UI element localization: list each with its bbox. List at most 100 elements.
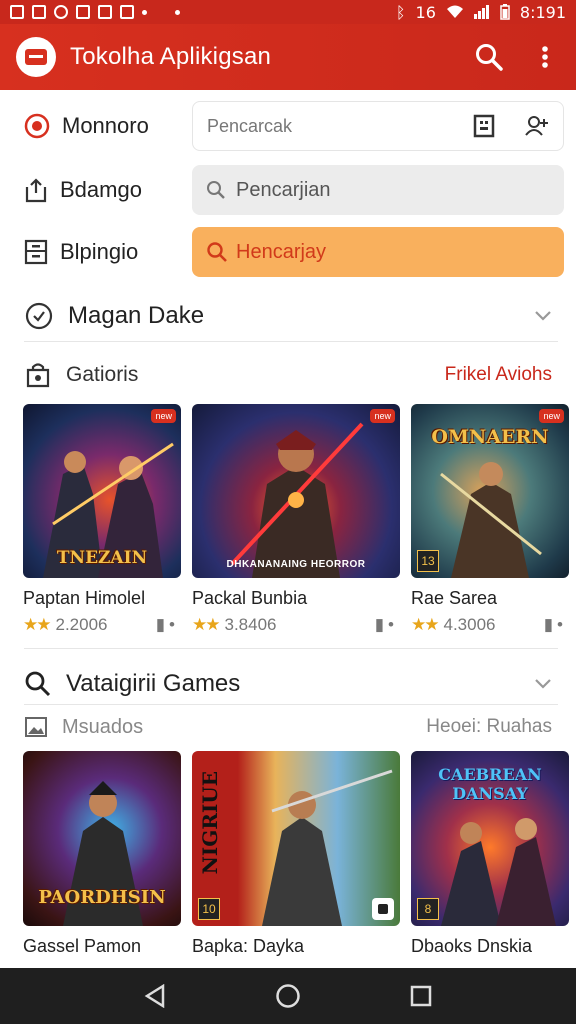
clock: 8:191 [519, 2, 566, 22]
game-logo-text: TNEZAIN [56, 548, 148, 568]
filter-field-text: Pencarcak [207, 115, 293, 136]
section-header-3[interactable]: Vataigirii Games [0, 664, 576, 704]
home-icon[interactable] [275, 983, 301, 1009]
grid-notification-icon [98, 5, 112, 19]
game-logo-text: PAORDHSIN [38, 887, 166, 908]
game-title: Bapka: Dayka [192, 936, 305, 956]
filter-row: Bdamgo Pencarjian [8, 162, 568, 218]
facebook-notification-icon [120, 5, 134, 19]
shield-notification-icon [76, 5, 90, 19]
signal-icon [473, 5, 489, 19]
section-title: Vataigirii Games [66, 670, 241, 697]
see-all-link[interactable]: Frikel Aviohs [445, 364, 552, 386]
more-dot-icon [142, 9, 147, 15]
download-size-icon: ▮ [374, 615, 385, 634]
filter-field-text: Pencarjian [236, 178, 331, 201]
filter-field-2[interactable]: Pencarjian [192, 165, 564, 215]
game-card[interactable]: PAORDHSIN Gassel Pamon [23, 751, 181, 957]
rating-stars-icon: ★★ [192, 615, 221, 634]
game-card[interactable]: new OMNAERN 13 Rae Sarea ★★ 4.3006 ▮ • [411, 404, 569, 635]
person-add-icon[interactable] [525, 115, 549, 137]
card-row-1: new TNEZAIN Paptan Himolel ★★ 2.2006 ▮ • … [0, 404, 576, 644]
rating-stars-icon: ★★ [23, 615, 52, 634]
section-header-1[interactable]: Magan Dake [0, 296, 576, 336]
network-type: 16 [415, 2, 436, 22]
app-title: Tokolha Aplikigsan [70, 43, 272, 70]
more-dots-icon[interactable]: • [169, 615, 175, 635]
section-header-2: Gatioris Frikel Aviohs [0, 356, 576, 394]
section-header-4: Msuados Heoei: Ruahas [0, 710, 576, 744]
section-title: Gatioris [66, 363, 139, 386]
game-thumbnail[interactable]: NIGRIUE 10 [192, 751, 400, 926]
gallery-notification-icon [10, 5, 24, 19]
image-gallery-icon [25, 717, 47, 737]
game-title: Packal Bunbia [192, 588, 308, 608]
game-card[interactable]: NIGRIUE 10 Bapka: Dayka [192, 751, 400, 957]
divider [24, 648, 558, 649]
game-card[interactable]: CAEBREAN DANSAY 8 Dbaoks Dnskia [411, 751, 569, 957]
divider [24, 341, 558, 342]
section-title: Msuados [62, 715, 144, 738]
store-bag-icon [26, 363, 50, 388]
game-card[interactable]: new TNEZAIN Paptan Himolel ★★ 2.2006 ▮ • [23, 404, 181, 635]
overflow-menu-button[interactable] [530, 42, 560, 72]
game-card[interactable]: new DHKANANAING HEORROR Packal Bunbia ★★… [192, 404, 400, 635]
message-notification-icon [32, 5, 46, 19]
game-title: Paptan Himolel [23, 588, 146, 608]
rating-stars-icon: ★★ [411, 615, 440, 634]
warrior-art [230, 422, 364, 578]
more-dot-icon [175, 9, 180, 15]
filter-field-1[interactable]: Pencarcak [192, 101, 564, 151]
chevron-down-icon[interactable] [534, 310, 552, 322]
section-title: Magan Dake [68, 302, 205, 329]
divider [24, 704, 558, 705]
filter-label: Monnoro [62, 113, 149, 138]
search-icon [207, 181, 225, 199]
game-logo-text: DHKANANAING HEORROR [226, 559, 366, 570]
new-badge: new [151, 409, 176, 423]
search-button[interactable] [474, 42, 504, 72]
game-title: Dbaoks Dnskia [411, 936, 533, 956]
filter-label: Bdamgo [60, 177, 142, 202]
more-dots-icon[interactable]: • [388, 615, 394, 635]
game-logo-text: OMNAERN [431, 426, 549, 448]
filter-label: Blpingio [60, 239, 139, 264]
share-box-icon [25, 178, 47, 203]
scan-icon[interactable] [473, 114, 495, 138]
back-icon[interactable] [144, 984, 166, 1008]
filter-panel: Monnoro Pencarcak Bdamgo Pencarjian Blpi… [8, 92, 568, 288]
warrior-art [262, 769, 393, 926]
filter-label-row: Monnoro [8, 113, 188, 139]
search-icon [25, 671, 51, 697]
game-logo-text: NIGRIUE [198, 771, 222, 875]
game-thumbnail[interactable]: new DHKANANAING HEORROR [192, 404, 400, 578]
notification-icons [10, 5, 180, 19]
system-nav-bar [0, 968, 576, 1024]
rating-value: 2.2006 [55, 615, 108, 634]
target-icon [24, 113, 50, 139]
rating-value: 3.8406 [224, 615, 277, 634]
age-rating-badge: 13 [417, 550, 439, 572]
clock-face-icon [25, 302, 53, 330]
card-row-2: PAORDHSIN Gassel Pamon NIGRIUE 10 Bapka:… [0, 751, 576, 966]
download-size-icon: ▮ [155, 615, 166, 634]
recents-icon[interactable] [410, 985, 432, 1007]
more-dots-icon[interactable]: • [557, 615, 563, 635]
game-thumbnail[interactable]: new TNEZAIN [23, 404, 181, 578]
filter-label-row: Bdamgo [8, 177, 188, 203]
download-size-icon: ▮ [543, 615, 554, 634]
app-notification-icon [54, 5, 68, 19]
filter-label-row: Blpingio [8, 239, 188, 265]
section-right-label[interactable]: Heoei: Ruahas [426, 716, 552, 738]
filter-field-3[interactable]: Hencarjay [192, 227, 564, 277]
game-thumbnail[interactable]: CAEBREAN DANSAY 8 [411, 751, 569, 926]
new-badge: new [539, 409, 564, 423]
age-rating-badge: 10 [198, 898, 220, 920]
game-thumbnail[interactable]: PAORDHSIN [23, 751, 181, 926]
battery-icon [500, 4, 510, 20]
app-logo [16, 37, 56, 77]
filter-row: Monnoro Pencarcak [8, 98, 568, 154]
age-rating-badge: 8 [417, 898, 439, 920]
chevron-down-icon[interactable] [534, 678, 552, 690]
game-thumbnail[interactable]: new OMNAERN 13 [411, 404, 569, 578]
